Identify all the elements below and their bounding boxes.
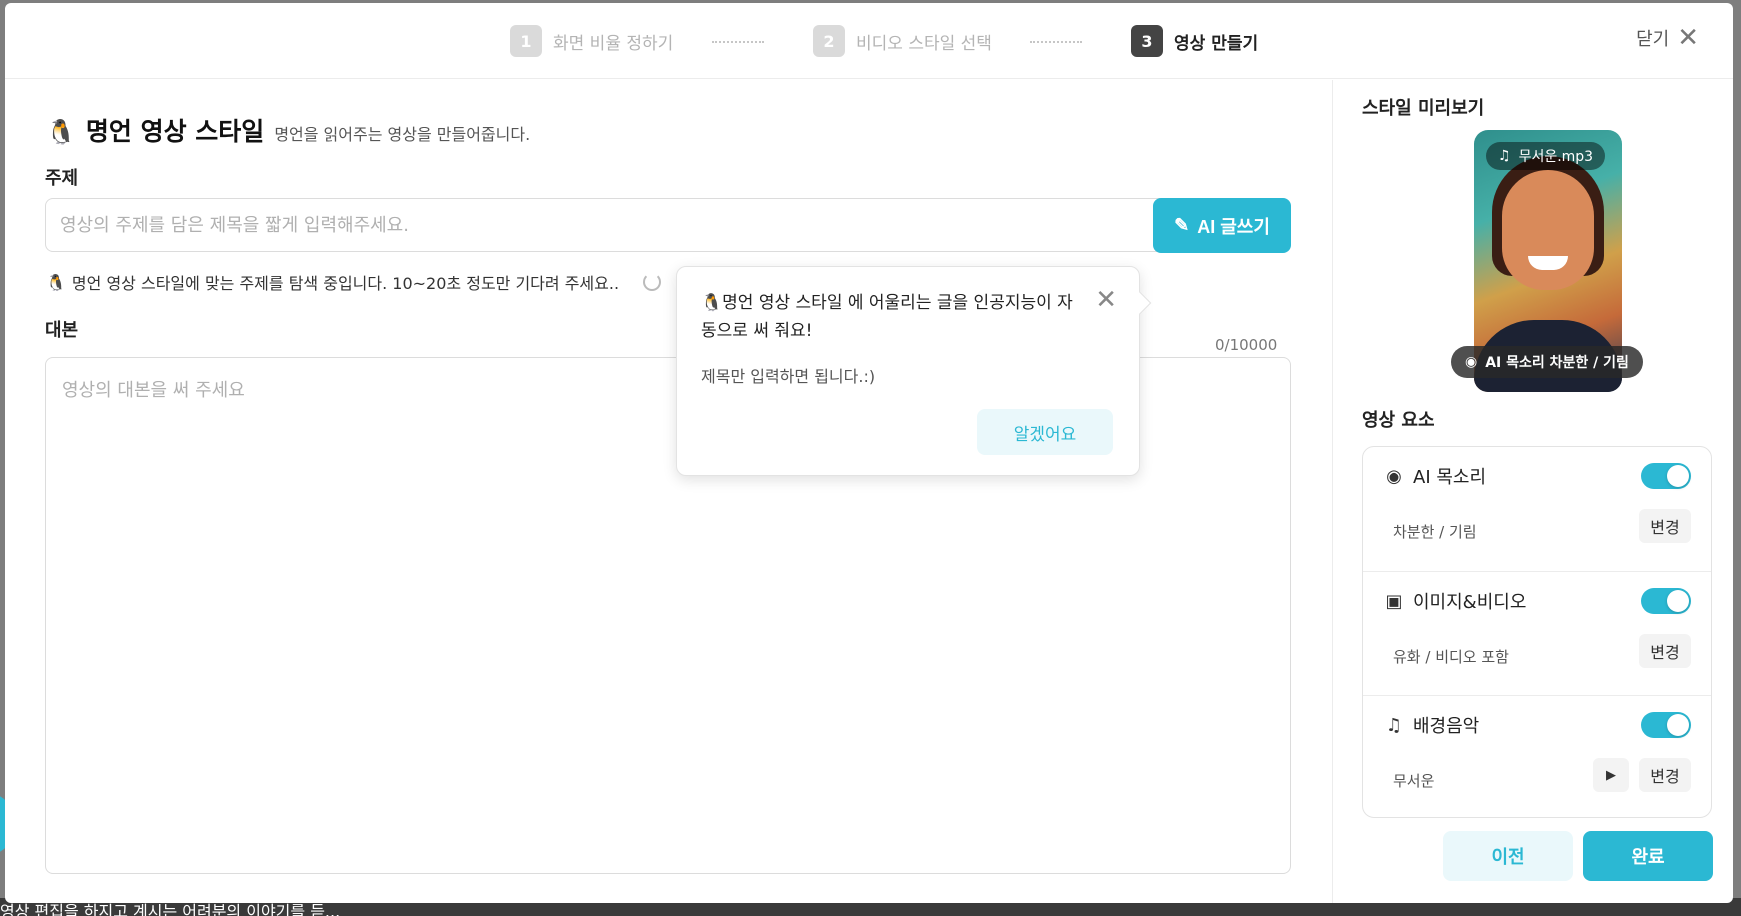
play-icon[interactable]: ▶ xyxy=(1593,758,1629,792)
bgm-change-button[interactable]: 변경 xyxy=(1639,758,1691,792)
step-3-number: 3 xyxy=(1131,25,1163,57)
page-title: 명언 영상 스타일 xyxy=(85,117,265,146)
element-image-video-value: 유화 / 비디오 포함 xyxy=(1393,648,1509,666)
music-note-icon: ♫ xyxy=(1385,714,1403,736)
music-note-icon: ♫ xyxy=(1498,148,1511,164)
ai-write-popover: 🐧명언 영상 스타일 에 어울리는 글을 인공지능이 자동으로 써 줘요! ✕ … xyxy=(676,266,1152,476)
topic-search-status: 🐧 명언 영상 스타일에 맞는 주제를 탐색 중입니다. 10~20초 정도만 … xyxy=(46,270,662,294)
elements-label: 영상 요소 xyxy=(1362,410,1435,431)
style-title-row: 🐧 명언 영상 스타일 명언을 읽어주는 영상을 만들어줍니다. xyxy=(46,112,530,148)
prev-button[interactable]: 이전 xyxy=(1443,831,1573,881)
element-bgm: ♫ 배경음악 무서운 ▶ 변경 xyxy=(1363,695,1711,819)
create-video-modal: 1 화면 비율 정하기 2 비디오 스타일 선택 3 영상 만들기 닫기 ✕ 🐧… xyxy=(5,3,1733,903)
preview-voice-badge: ◉ AI 목소리 차분한 / 기림 xyxy=(1451,346,1643,378)
penguin-icon: 🐧 xyxy=(46,272,66,292)
voice-icon: ◉ xyxy=(1386,465,1402,487)
popover-close-icon[interactable]: ✕ xyxy=(1095,285,1117,315)
preview-music-file: 무서운.mp3 xyxy=(1518,149,1594,165)
image-video-toggle[interactable] xyxy=(1641,588,1691,614)
script-label: 대본 xyxy=(45,320,79,341)
toggle-knob xyxy=(1667,714,1689,736)
element-bgm-name: 배경음악 xyxy=(1413,716,1480,737)
preview-label: 스타일 미리보기 xyxy=(1362,98,1485,119)
voice-toggle[interactable] xyxy=(1641,463,1691,489)
ai-write-button[interactable]: ✎ AI 글쓰기 xyxy=(1153,198,1291,253)
topic-input[interactable] xyxy=(45,198,1166,252)
done-button[interactable]: 완료 xyxy=(1583,831,1713,881)
step-3[interactable]: 3 영상 만들기 xyxy=(1131,25,1258,57)
voice-icon: ◉ xyxy=(1465,354,1478,370)
element-image-video-head: ▣ 이미지&비디오 xyxy=(1383,588,1526,614)
ai-write-label: AI 글쓰기 xyxy=(1197,216,1270,237)
step-2[interactable]: 2 비디오 스타일 선택 xyxy=(813,25,992,57)
step-2-number: 2 xyxy=(813,25,845,57)
preview-music-badge: ♫ 무서운.mp3 xyxy=(1486,142,1606,170)
step-divider xyxy=(1030,41,1082,43)
element-voice-head: ◉ AI 목소리 xyxy=(1383,463,1486,489)
image-video-change-button[interactable]: 변경 xyxy=(1639,634,1691,668)
element-bgm-value: 무서운 xyxy=(1393,772,1435,790)
voice-change-button[interactable]: 변경 xyxy=(1639,509,1691,543)
topic-label: 주제 xyxy=(45,168,79,189)
penguin-icon: 🐧 xyxy=(46,118,76,146)
element-image-video: ▣ 이미지&비디오 유화 / 비디오 포함 변경 xyxy=(1363,571,1711,695)
step-2-label: 비디오 스타일 선택 xyxy=(856,33,992,54)
image-video-icon: ▣ xyxy=(1385,590,1403,612)
preview-voice-text: AI 목소리 차분한 / 기림 xyxy=(1485,355,1629,371)
page-description: 명언을 읽어주는 영상을 만들어줍니다. xyxy=(274,125,531,144)
close-label: 닫기 xyxy=(1636,29,1670,50)
script-char-counter: 0/10000 xyxy=(1215,336,1278,354)
search-status-text: 명언 영상 스타일에 맞는 주제를 탐색 중입니다. 10~20초 정도만 기다… xyxy=(71,274,620,293)
popover-title: 🐧명언 영상 스타일 에 어울리는 글을 인공지능이 자동으로 써 줘요! xyxy=(701,289,1081,345)
loading-spinner-icon xyxy=(643,273,662,291)
step-1-label: 화면 비율 정하기 xyxy=(553,33,674,54)
preview-image-face xyxy=(1502,170,1594,290)
popover-title-text: 명언 영상 스타일 에 어울리는 글을 인공지능이 자동으로 써 줘요! xyxy=(701,293,1073,341)
toggle-knob xyxy=(1667,590,1689,612)
element-bgm-head: ♫ 배경음악 xyxy=(1383,712,1479,738)
step-1[interactable]: 1 화면 비율 정하기 xyxy=(510,25,673,57)
element-voice-value: 차분한 / 기림 xyxy=(1393,523,1477,541)
editor-panel: 🐧 명언 영상 스타일 명언을 읽어주는 영상을 만들어줍니다. 주제 ✎ AI… xyxy=(5,80,1332,903)
step-divider xyxy=(712,41,764,43)
popover-arrow xyxy=(1128,291,1152,315)
step-3-label: 영상 만들기 xyxy=(1174,33,1259,54)
settings-panel: 스타일 미리보기 ♫ 무서운.mp3 ◉ AI 목소리 차분한 / 기림 영상 … xyxy=(1332,80,1733,903)
magic-wand-icon: ✎ xyxy=(1174,215,1190,235)
stepper-header: 1 화면 비율 정하기 2 비디오 스타일 선택 3 영상 만들기 닫기 ✕ xyxy=(5,3,1733,79)
penguin-icon: 🐧 xyxy=(701,293,723,313)
close-icon: ✕ xyxy=(1677,23,1699,53)
toggle-knob xyxy=(1667,465,1689,487)
element-image-video-name: 이미지&비디오 xyxy=(1413,592,1527,613)
popover-confirm-button[interactable]: 알겠어요 xyxy=(977,409,1113,455)
popover-body: 제목만 입력하면 됩니다.:) xyxy=(701,367,876,386)
element-voice: ◉ AI 목소리 차분한 / 기림 변경 xyxy=(1363,447,1711,571)
video-elements-card: ◉ AI 목소리 차분한 / 기림 변경 ▣ 이미지&비디오 유화 / 비디오 … xyxy=(1362,446,1712,818)
element-voice-name: AI 목소리 xyxy=(1413,467,1487,488)
step-1-number: 1 xyxy=(510,25,542,57)
close-button[interactable]: 닫기 ✕ xyxy=(1636,25,1699,51)
bgm-toggle[interactable] xyxy=(1641,712,1691,738)
